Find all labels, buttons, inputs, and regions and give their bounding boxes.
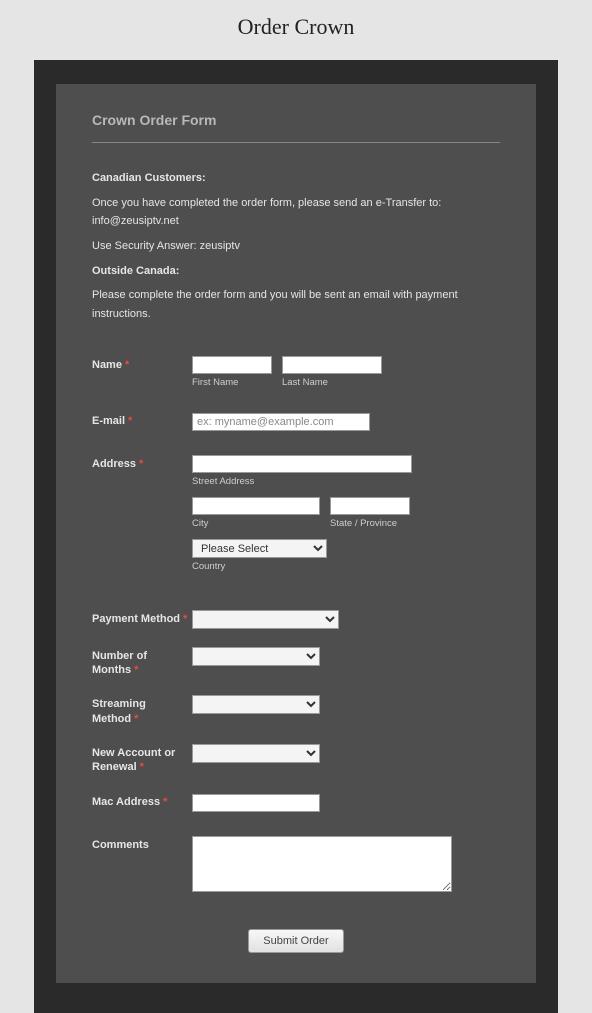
state-sublabel: State / Province	[330, 518, 410, 529]
account-select[interactable]	[192, 744, 320, 763]
street-sublabel: Street Address	[192, 476, 500, 487]
mac-input[interactable]	[192, 794, 320, 812]
payment-select[interactable]	[192, 610, 339, 629]
row-months: Number of Months*	[92, 647, 500, 678]
state-input[interactable]	[330, 497, 410, 515]
row-account: New Account or Renewal*	[92, 744, 500, 775]
label-name: Name*	[92, 356, 192, 372]
label-comments: Comments	[92, 836, 192, 852]
row-payment: Payment Method*	[92, 610, 500, 629]
submit-button[interactable]: Submit Order	[248, 929, 343, 953]
outside-line: Please complete the order form and you w…	[92, 286, 500, 323]
label-account: New Account or Renewal*	[92, 744, 192, 775]
label-address: Address*	[92, 455, 192, 471]
email-input[interactable]	[192, 413, 370, 431]
country-select[interactable]: Please Select	[192, 539, 327, 558]
row-email: E-mail*	[92, 412, 500, 431]
row-mac: Mac Address*	[92, 793, 500, 812]
city-sublabel: City	[192, 518, 320, 529]
divider	[92, 142, 500, 143]
country-sublabel: Country	[192, 561, 500, 572]
row-comments: Comments	[92, 836, 500, 897]
street-input[interactable]	[192, 455, 412, 473]
form-card: Crown Order Form Canadian Customers: Onc…	[34, 60, 558, 1013]
months-select[interactable]	[192, 647, 320, 666]
label-email: E-mail*	[92, 412, 192, 428]
row-address: Address* Street Address City State / Pro…	[92, 455, 500, 572]
last-name-sublabel: Last Name	[282, 377, 382, 388]
info-block: Canadian Customers: Once you have comple…	[92, 169, 500, 324]
label-streaming: Streaming Method*	[92, 695, 192, 726]
outside-heading: Outside Canada:	[92, 262, 500, 281]
form-inner: Crown Order Form Canadian Customers: Onc…	[56, 84, 536, 983]
comments-textarea[interactable]	[192, 836, 452, 892]
city-input[interactable]	[192, 497, 320, 515]
security-line: Use Security Answer: zeusiptv	[92, 237, 500, 256]
last-name-input[interactable]	[282, 356, 382, 374]
page-title: Order Crown	[0, 0, 592, 60]
form-title: Crown Order Form	[92, 112, 500, 128]
label-payment: Payment Method*	[92, 610, 192, 626]
canadian-heading: Canadian Customers:	[92, 169, 500, 188]
row-name: Name* First Name Last Name	[92, 356, 500, 388]
streaming-select[interactable]	[192, 695, 320, 714]
label-mac: Mac Address*	[92, 793, 192, 809]
row-streaming: Streaming Method*	[92, 695, 500, 726]
label-months: Number of Months*	[92, 647, 192, 678]
first-name-sublabel: First Name	[192, 377, 272, 388]
submit-row: Submit Order	[92, 929, 500, 953]
first-name-input[interactable]	[192, 356, 272, 374]
canadian-line: Once you have completed the order form, …	[92, 194, 500, 231]
